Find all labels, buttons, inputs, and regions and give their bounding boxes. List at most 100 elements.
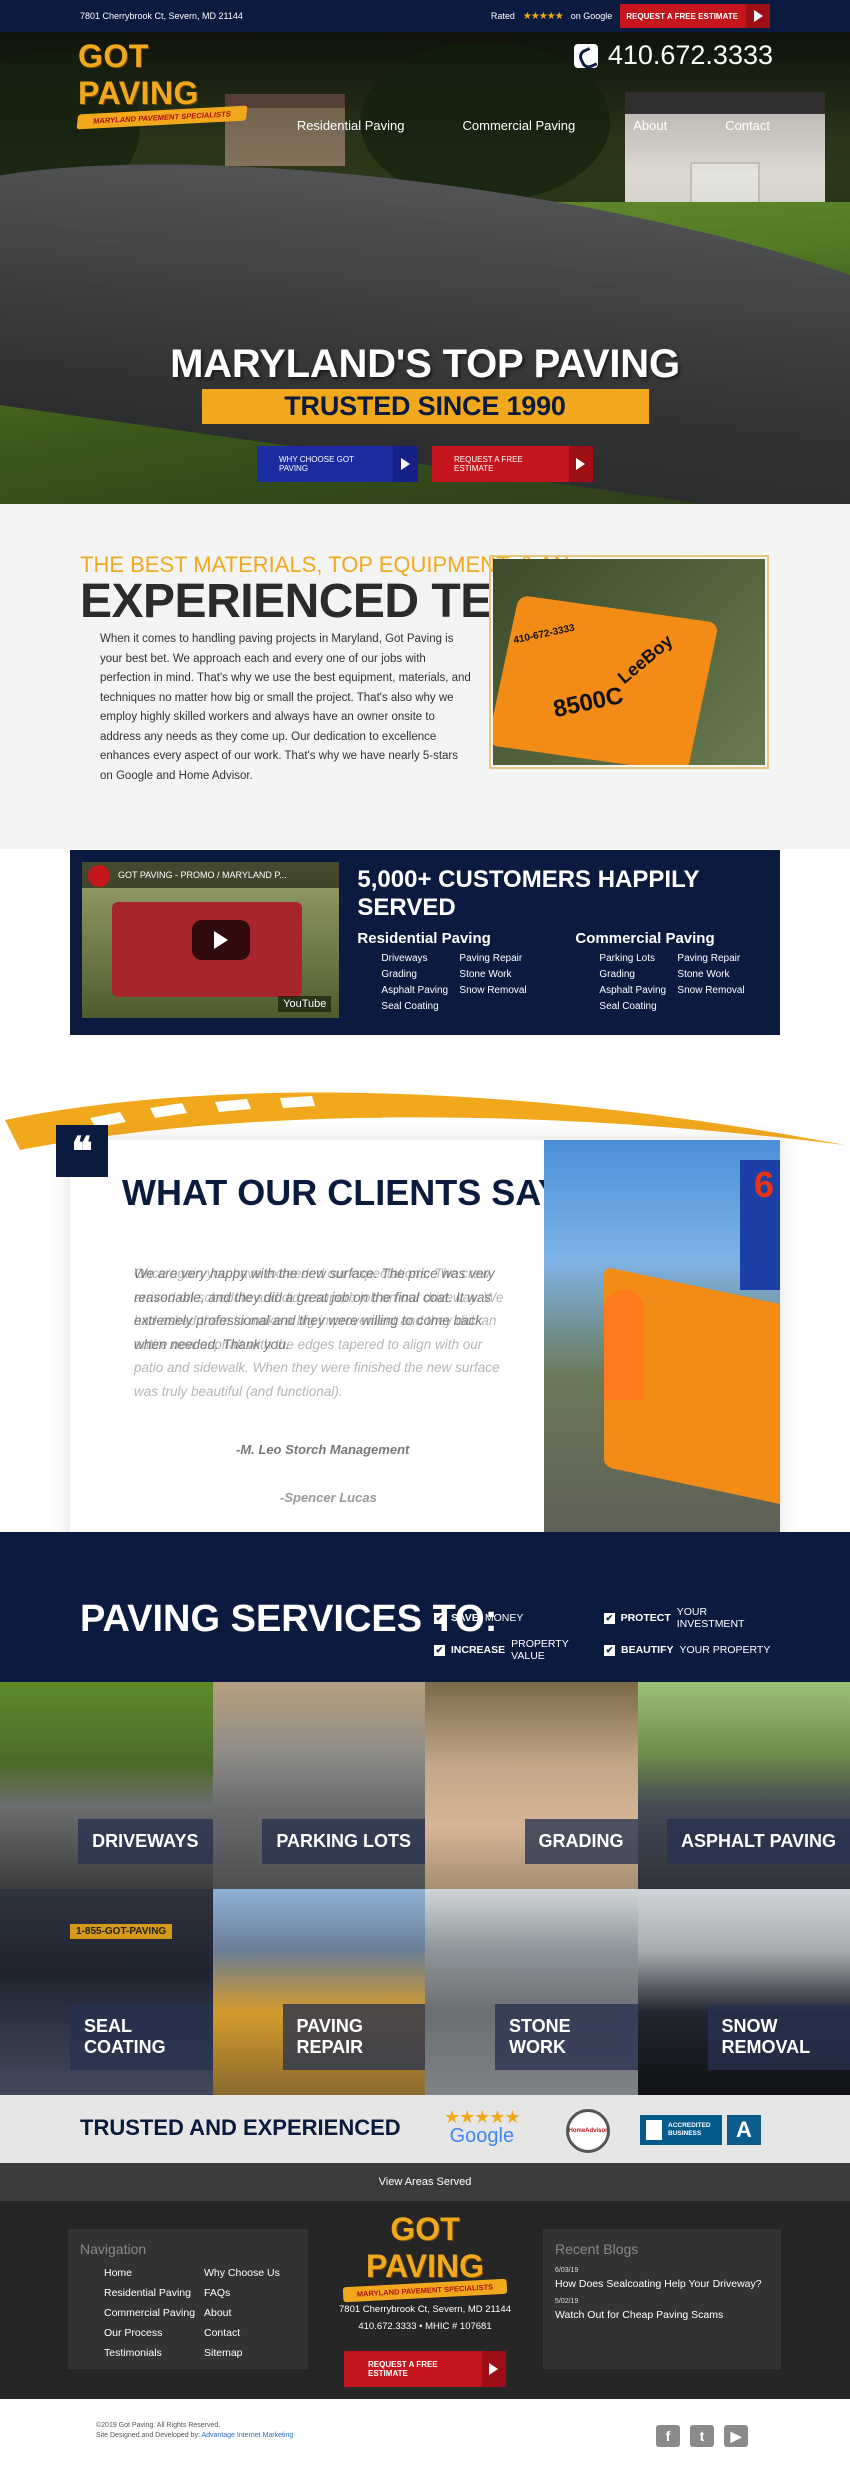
footer-link-commercial[interactable]: Commercial Paving [104,2307,204,2319]
residential-services: Residential Paving Driveways Paving Repa… [357,930,537,1012]
list-item[interactable]: Asphalt Paving [599,985,677,996]
testimonial-author: -Spencer Lucas [280,1490,377,1505]
tile-label: SNOW REMOVAL [707,2004,850,2070]
channel-avatar-icon [88,865,110,887]
tile-label: DRIVEWAYS [78,1819,213,1864]
footer: Navigation Home Why Choose Us Residentia… [0,2201,850,2399]
benefit-item: ✔ INCREASE PROPERTY VALUE [434,1638,569,1662]
bottom-bar: ©2019 Got Paving. All Rights Reserved. S… [0,2399,850,2466]
customers-info: 5,000+ CUSTOMERS HAPPILY SERVED Resident… [357,862,768,1023]
tile-label: GRADING [524,1819,638,1864]
list-item[interactable]: Snow Removal [677,985,755,996]
footer-estimate-button[interactable]: REQUEST A FREE ESTIMATE [344,2351,506,2387]
worker-photo: 6 [544,1140,780,1567]
blogs-heading: Recent Blogs [555,2241,639,2257]
copyright-text: ©2019 Got Paving. All Rights Reserved. [96,2422,221,2429]
list-item[interactable]: Paving Repair [677,953,755,964]
footer-estimate-label: REQUEST A FREE ESTIMATE [368,2360,438,2378]
top-right: Rated ★★★★★ on Google REQUEST A FREE EST… [491,4,770,28]
top-estimate-label: REQUEST A FREE ESTIMATE [626,11,738,21]
twitter-icon[interactable]: t [690,2425,714,2447]
promo-video[interactable]: GOT PAVING - PROMO / MARYLAND P... YouTu… [82,862,340,1018]
footer-link-process[interactable]: Our Process [104,2327,204,2339]
nav-commercial-paving[interactable]: Commercial Paving [463,118,576,133]
arrow-right-icon [568,446,593,482]
header-phone[interactable]: 410.672.3333 [573,40,773,71]
youtube-icon[interactable]: ▶ [724,2425,748,2447]
footer-address: 7801 Cherrybrook Ct, Severn, MD 21144 [339,2304,511,2315]
site-logo[interactable]: GOT PAVING MARYLAND PAVEMENT SPECIALISTS [76,38,278,130]
paving-machine-photo: 410-672-3333 8500C LeeBoy [489,555,769,769]
list-item[interactable]: Asphalt Paving [381,985,459,996]
hero-title: MARYLAND'S TOP PAVING [170,342,680,386]
blog-item[interactable]: 5/02/19 Watch Out for Cheap Paving Scams [555,2298,769,2321]
footer-link-residential[interactable]: Residential Paving [104,2287,204,2299]
nav-contact[interactable]: Contact [725,118,770,133]
blog-title: Watch Out for Cheap Paving Scams [555,2309,724,2321]
hero-estimate-button[interactable]: REQUEST A FREE ESTIMATE [432,446,593,482]
list-item[interactable]: Grading [599,969,677,980]
list-item[interactable]: Stone Work [677,969,755,980]
tile-stone-work[interactable]: STONE WORK [425,1889,638,2095]
experienced-body: When it comes to handling paving project… [100,633,471,782]
logo-name: GOT PAVING [78,38,199,111]
footer-logo-name: GOT PAVING [366,2211,484,2284]
footer-link-why[interactable]: Why Choose Us [204,2267,304,2279]
homeadvisor-badge[interactable]: HomeAdvisor [566,2109,610,2153]
service-tiles: DRIVEWAYS PARKING LOTS GRADING ASPHALT P… [0,1682,850,2095]
footer-link-faqs[interactable]: FAQs [204,2287,304,2299]
phone-number: 410.672.3333 [607,40,773,70]
blog-item[interactable]: 6/03/19 How Does Sealcoating Help Your D… [555,2267,769,2290]
rated-text: Rated [490,11,515,21]
arrow-right-icon [481,2351,506,2387]
footer-link-about[interactable]: About [204,2307,304,2319]
nav-about[interactable]: About [633,118,667,133]
tile-parking-lots[interactable]: PARKING LOTS [212,1682,425,1889]
footer-link-contact[interactable]: Contact [204,2327,304,2339]
list-item[interactable]: Grading [381,969,459,980]
why-choose-button[interactable]: WHY CHOOSE GOT PAVING [257,446,418,482]
top-estimate-button[interactable]: REQUEST A FREE ESTIMATE [620,4,770,28]
truck-sign-text: 1-855-GOT-PAVING [70,1924,173,1939]
footer-link-sitemap[interactable]: Sitemap [204,2347,304,2359]
list-item[interactable]: Paving Repair [459,953,537,964]
youtube-logo[interactable]: YouTube [278,996,332,1012]
commercial-services: Commercial Paving Parking Lots Paving Re… [575,930,755,1012]
footer-logo[interactable]: GOT PAVING MARYLAND PAVEMENT SPECIALISTS [330,2211,520,2303]
footer-link-home[interactable]: Home [104,2267,204,2279]
hero-estimate-label: REQUEST A FREE ESTIMATE [454,455,523,473]
tile-paving-repair[interactable]: PAVING REPAIR [212,1889,425,2095]
list-item[interactable]: Snow Removal [459,985,537,996]
tile-snow-removal[interactable]: SNOW REMOVAL [637,1889,850,2095]
google-stars-icon: ★★★★★ [522,10,564,22]
tile-seal-coating[interactable]: 1-855-GOT-PAVING SEAL COATING [0,1889,213,2095]
list-item[interactable]: Seal Coating [599,1001,677,1012]
top-address: 7801 Cherrybrook Ct, Severn, MD 21144 [80,11,243,21]
on-google-text: on Google [570,11,613,21]
nav-residential-paving[interactable]: Residential Paving [297,118,405,133]
bbb-badge[interactable]: ACCREDITED BUSINESS [640,2115,722,2145]
bbb-rating: A [727,2115,761,2145]
google-reviews-badge[interactable]: ★★★★★ Google [444,2107,521,2148]
quote-icon: ❝ [56,1125,108,1177]
benefit-item: ✔ SAVE MONEY [434,1612,524,1624]
tile-driveways[interactable]: DRIVEWAYS [0,1682,213,1889]
list-item[interactable]: Parking Lots [599,953,677,964]
tile-asphalt-paving[interactable]: ASPHALT PAVING [637,1682,850,1889]
list-item[interactable]: Stone Work [459,969,537,980]
play-icon[interactable] [192,920,250,960]
hero: GOT PAVING MARYLAND PAVEMENT SPECIALISTS… [0,32,850,504]
blog-date: 6/03/19 [555,2267,579,2274]
footer-nav-heading: Navigation [80,2241,147,2257]
tile-grading[interactable]: GRADING [425,1682,638,1889]
testimonial-quote-b: Once again you have exceeded our expecta… [134,1266,504,1399]
checkbox-icon: ✔ [604,1612,615,1624]
facebook-icon[interactable]: f [656,2425,680,2447]
footer-link-testimonials[interactable]: Testimonials [104,2347,204,2359]
list-item[interactable]: Driveways [381,953,459,964]
list-item[interactable]: Seal Coating [381,1001,459,1012]
view-areas-link[interactable]: View Areas Served [0,2163,850,2201]
top-bar: 7801 Cherrybrook Ct, Severn, MD 21144 Ra… [0,0,850,32]
credit-link[interactable]: Advantage Internet Marketing [201,2432,293,2439]
commercial-heading: Commercial Paving [575,930,715,947]
